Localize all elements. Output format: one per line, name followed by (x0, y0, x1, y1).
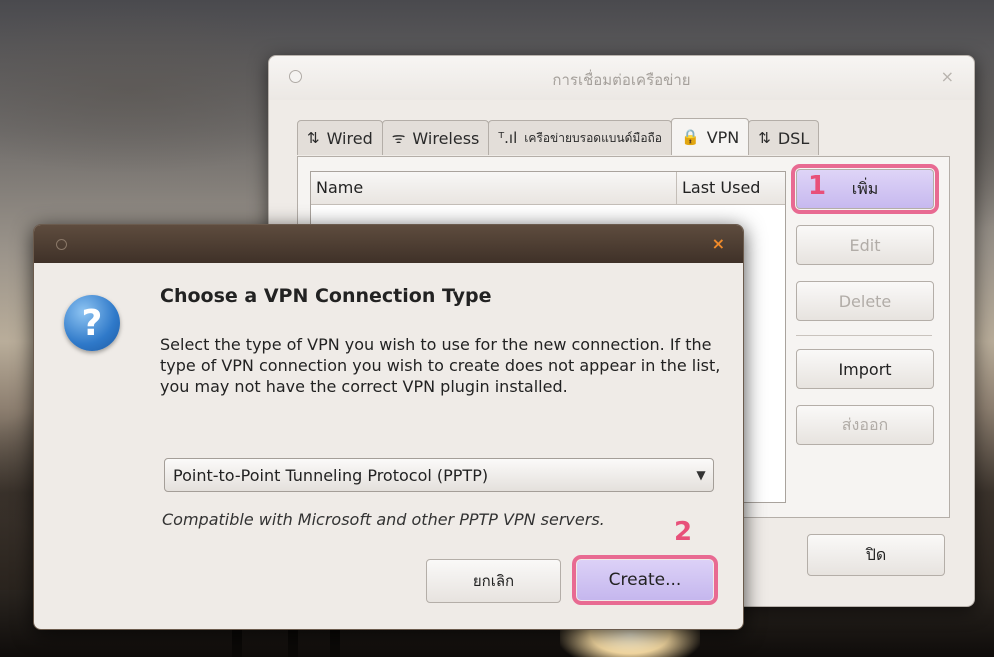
tab-mobile-broadband[interactable]: ᵀ.ıl เครือข่ายบรอดแบนด์มือถือ (488, 120, 673, 155)
dsl-icon: ⇅ (758, 129, 771, 147)
dialog-description: Select the type of VPN you wish to use f… (160, 335, 721, 396)
wired-icon: ⇅ (307, 129, 320, 147)
column-header-name[interactable]: Name (311, 172, 677, 204)
tab-dsl[interactable]: ⇅ DSL (748, 120, 820, 155)
wifi-icon: ᯤ (391, 129, 406, 147)
cancel-button-label: ยกเลิก (472, 572, 515, 590)
create-button[interactable]: Create... (572, 555, 718, 605)
vpn-dialog-titlebar[interactable]: × (34, 225, 743, 263)
tab-label: DSL (777, 128, 810, 148)
close-icon[interactable]: × (941, 67, 954, 86)
column-header-last-used[interactable]: Last Used (677, 172, 785, 204)
question-icon: ? (64, 295, 120, 351)
export-button-label: ส่งออก (841, 414, 889, 434)
tab-label: VPN (706, 127, 740, 147)
network-window-title: การเชื่อมต่อเครือข่าย (552, 71, 691, 89)
connection-list-header: Name Last Used (311, 172, 785, 205)
lock-icon: 🔒 (681, 128, 700, 146)
window-menu-icon[interactable] (56, 239, 67, 250)
export-button[interactable]: ส่งออก (796, 405, 934, 445)
delete-button-label: Delete (838, 291, 892, 311)
tab-wired[interactable]: ⇅ Wired (297, 120, 383, 155)
dialog-heading: Choose a VPN Connection Type (160, 285, 492, 307)
close-icon[interactable]: × (712, 234, 725, 253)
network-window-titlebar[interactable]: การเชื่อมต่อเครือข่าย × (269, 56, 974, 100)
button-separator (796, 335, 932, 336)
tab-label: Wired (326, 128, 373, 148)
vpn-type-selected-value: Point-to-Point Tunneling Protocol (PPTP) (173, 465, 489, 485)
create-button-label: Create... (608, 570, 682, 590)
compatibility-note: Compatible with Microsoft and other PPTP… (162, 510, 605, 529)
delete-button[interactable]: Delete (796, 281, 934, 321)
cancel-button[interactable]: ยกเลิก (426, 559, 561, 603)
tab-wireless[interactable]: ᯤ Wireless (381, 120, 490, 155)
import-button[interactable]: Import (796, 349, 934, 389)
close-button[interactable]: ปิด (807, 534, 945, 576)
dropdown-arrow-icon: ▼ (696, 468, 706, 482)
step-marker-2: 2 (674, 517, 693, 547)
connection-type-tabs: ⇅ Wired ᯤ Wireless ᵀ.ıl เครือข่ายบรอดแบน… (297, 118, 820, 156)
close-button-label: ปิด (865, 544, 887, 564)
edit-button[interactable]: Edit (796, 225, 934, 265)
import-button-label: Import (838, 359, 892, 379)
add-button-label: เพิ่ม (851, 178, 879, 198)
edit-button-label: Edit (849, 235, 881, 255)
step-marker-1: 1 (808, 171, 827, 201)
vpn-type-dialog: × ? Choose a VPN Connection Type Select … (33, 224, 744, 630)
tab-label: เครือข่ายบรอดแบนด์มือถือ (524, 130, 663, 145)
tab-vpn[interactable]: 🔒 VPN (671, 118, 750, 155)
tab-label: Wireless (412, 128, 480, 148)
signal-icon: ᵀ.ıl (498, 129, 518, 147)
vpn-type-select[interactable]: Point-to-Point Tunneling Protocol (PPTP)… (164, 458, 714, 492)
